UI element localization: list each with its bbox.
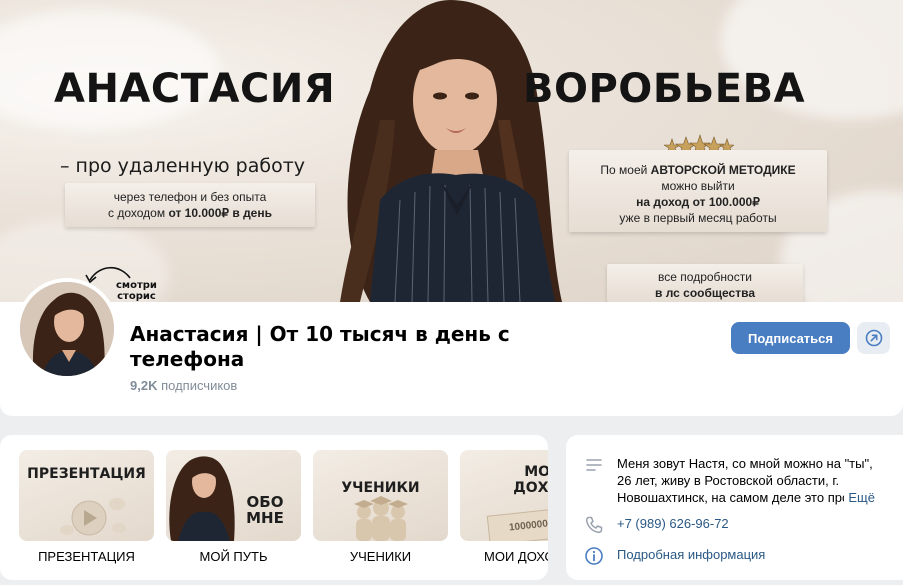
about-row: Меня зовут Настя, со мной можно на "ты",… bbox=[584, 455, 887, 506]
about-description: Меня зовут Настя, со мной можно на "ты",… bbox=[617, 456, 873, 505]
cover-method-text: По моей bbox=[600, 163, 651, 177]
menu-thumb-title-line1: ОБО bbox=[246, 493, 284, 511]
group-page: АНАСТАСИЯ ВОРОБЬЕВА – про удаленную рабо… bbox=[0, 0, 903, 585]
cover-details-line1: все подробности bbox=[658, 270, 752, 284]
group-title: Анастасия | От 10 тысяч в день с телефон… bbox=[130, 322, 510, 371]
info-circle-icon bbox=[585, 547, 603, 565]
avatar-portrait bbox=[20, 282, 114, 376]
menu-thumb-title: ОБО МНЕ bbox=[236, 494, 294, 526]
menu-item-presentation[interactable]: ПРЕЗЕНТАЦИЯ ПРЕЗЕНТАЦИЯ bbox=[19, 450, 154, 564]
details-row[interactable]: Подробная информация bbox=[584, 546, 765, 566]
subscribers-number: 9,2K bbox=[130, 378, 158, 393]
show-more-link[interactable]: Ещё bbox=[844, 489, 875, 506]
menu-thumb-title-line1: МОИ bbox=[524, 464, 548, 480]
banknote-amount: 1000000 bbox=[508, 518, 548, 534]
cover-details-box: все подробности в лс сообщества bbox=[607, 264, 803, 302]
play-coins-icon bbox=[60, 498, 126, 536]
menu-thumb-presentation: ПРЕЗЕНТАЦИЯ bbox=[19, 450, 154, 541]
cover-method-line2: можно выйти bbox=[661, 179, 735, 193]
subscribe-button[interactable]: Подписаться bbox=[731, 322, 850, 354]
phone-row[interactable]: +7 (989) 626-96-72 bbox=[584, 515, 729, 535]
menu-item-label: ПРЕЗЕНТАЦИЯ bbox=[38, 549, 135, 564]
phone-number[interactable]: +7 (989) 626-96-72 bbox=[617, 515, 729, 532]
cover-method-line1: По моей АВТОРСКОЙ МЕТОДИКЕ bbox=[569, 162, 827, 178]
cover-method-line3: на доход от 100.000₽ bbox=[636, 195, 760, 209]
cover-details-line2: в лс сообщества bbox=[654, 286, 755, 300]
cover-income-line2: с доходом от 10.000₽ в день bbox=[65, 205, 315, 221]
menu-item-students[interactable]: УЧЕНИКИ УЧЕНИКИ bbox=[313, 450, 448, 564]
story-hint: смотри сторис bbox=[116, 280, 157, 302]
text-lines-icon bbox=[586, 459, 602, 471]
menu-thumb-title: МОИ ДОХОД bbox=[488, 464, 548, 496]
cover-image[interactable]: АНАСТАСИЯ ВОРОБЬЕВА – про удаленную рабо… bbox=[0, 0, 903, 302]
menu-item-label: МОИ ДОХО bbox=[484, 549, 548, 564]
phone-icon bbox=[585, 516, 603, 534]
story-hint-line1: смотри bbox=[116, 280, 157, 291]
story-hint-line2: сторис bbox=[117, 291, 156, 302]
group-header-card: АНАСТАСИЯ ВОРОБЬЕВА – про удаленную рабо… bbox=[0, 0, 903, 416]
menu-thumb-title-line2: ДОХОД bbox=[513, 480, 548, 496]
menu-item-label: МОЙ ПУТЬ bbox=[199, 549, 268, 564]
menu-item-my-path[interactable]: ОБО МНЕ МОЙ ПУТЬ bbox=[166, 450, 301, 564]
group-menu: ПРЕЗЕНТАЦИЯ ПРЕЗЕНТАЦИЯ ОБО МНЕ МОЙ ПУТЬ… bbox=[0, 435, 548, 580]
cover-income-box: через телефон и без опыта с доходом от 1… bbox=[65, 183, 315, 227]
thumb-portrait bbox=[169, 456, 235, 541]
cover-income-line1: через телефон и без опыта bbox=[113, 190, 267, 204]
menu-thumb-students: УЧЕНИКИ bbox=[313, 450, 448, 541]
group-info: Меня зовут Настя, со мной можно на "ты",… bbox=[566, 435, 903, 580]
cover-name-last: ВОРОБЬЕВА bbox=[523, 66, 806, 112]
menu-thumb-income: МОИ ДОХОД 1000000 bbox=[460, 450, 548, 541]
banknote-icon: 1000000 bbox=[486, 504, 548, 541]
share-button[interactable] bbox=[857, 322, 890, 354]
cover-method-bold: АВТОРСКОЙ МЕТОДИКЕ bbox=[650, 163, 796, 177]
menu-thumb-title: УЧЕНИКИ bbox=[341, 480, 420, 496]
graduates-icon bbox=[354, 496, 408, 541]
about-text: Меня зовут Настя, со мной можно на "ты",… bbox=[617, 455, 887, 506]
menu-item-label: УЧЕНИКИ bbox=[349, 549, 412, 564]
menu-item-my-income[interactable]: МОИ ДОХОД 1000000 МОИ ДОХО bbox=[460, 450, 548, 564]
details-link[interactable]: Подробная информация bbox=[617, 546, 765, 563]
menu-thumb-about: ОБО МНЕ bbox=[166, 450, 301, 541]
cover-income-amount: от 10.000₽ в день bbox=[168, 206, 272, 220]
subscribers-label: подписчиков bbox=[157, 378, 238, 393]
avatar[interactable] bbox=[20, 282, 114, 376]
cover-method-line4: уже в первый месяц работы bbox=[619, 211, 777, 225]
subscribers-count[interactable]: 9,2K подписчиков bbox=[130, 378, 237, 393]
share-arrow-icon bbox=[865, 329, 882, 347]
menu-thumb-title: ПРЕЗЕНТАЦИЯ bbox=[27, 466, 146, 482]
cover-name-first: АНАСТАСИЯ bbox=[54, 66, 336, 112]
menu-thumb-title-line2: МНЕ bbox=[246, 509, 284, 527]
cover-method-box: По моей АВТОРСКОЙ МЕТОДИКЕ можно выйти н… bbox=[569, 150, 827, 232]
cover-income-text: с доходом bbox=[108, 206, 169, 220]
cover-portrait bbox=[340, 0, 562, 302]
cover-tagline: – про удаленную работу bbox=[60, 155, 306, 177]
